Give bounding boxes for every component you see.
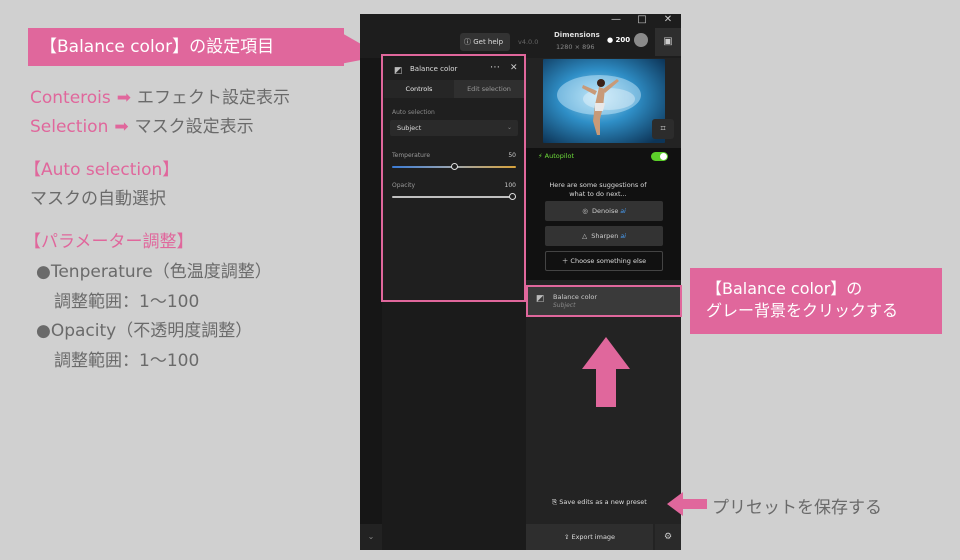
credits-count: 200 — [615, 36, 631, 44]
suggestions-text: Here are some suggestions of what to do … — [549, 181, 647, 198]
credit-icon: ● — [607, 36, 614, 44]
close-window-icon[interactable]: ✕ — [658, 14, 678, 28]
plus-icon: ＋ — [561, 257, 569, 265]
arrow-right-icon: ➡ — [116, 88, 132, 108]
dimensions-title: Dimensions — [554, 31, 600, 39]
globe-icon: ◎ — [582, 207, 588, 215]
avatar[interactable] — [634, 33, 648, 47]
arrow-right-icon: ➡ — [114, 117, 129, 137]
panel-toggle-icon[interactable]: ▣ — [655, 28, 681, 56]
settings-title-label: 【Balance color】の設定項目 — [28, 28, 344, 66]
callout-box: 【Balance color】の グレー背景をクリックする — [690, 268, 942, 334]
bolt-icon: ⚡ — [538, 152, 543, 160]
opacity-range: 調整範囲：1〜100 — [54, 351, 200, 371]
ai-badge: ai — [620, 233, 626, 240]
preset-note: プリセットを保存する — [712, 498, 882, 518]
callout-line-1: 【Balance color】の — [706, 279, 863, 298]
selection-desc: マスク設定表示 — [134, 117, 254, 137]
image-preview[interactable] — [543, 59, 665, 143]
left-strip — [360, 58, 382, 550]
version-label: v4.0.0 — [518, 38, 539, 46]
autopilot-label: ⚡ Autopilot — [538, 152, 574, 160]
selection-term: Selection — [30, 117, 109, 137]
temperature-note: ●Tenperature（色温度調整） — [36, 262, 272, 282]
sharpen-label: Sharpen — [591, 232, 619, 240]
controls-note: Conterois ➡ エフェクト設定表示 — [30, 87, 290, 109]
chevron-down-icon[interactable]: ⌄ — [360, 524, 382, 550]
callout-line-2: グレー背景をクリックする — [706, 301, 899, 320]
layer-highlight — [526, 285, 682, 317]
info-icon: ⓘ — [464, 38, 471, 46]
export-label: Export image — [571, 533, 616, 541]
credits-badge[interactable]: ● 200 — [607, 36, 630, 44]
choose-something-else-button[interactable]: ＋ Choose something else — [545, 251, 663, 271]
controls-term: Conterois — [30, 88, 111, 108]
crop-icon[interactable]: ⌗ — [652, 119, 674, 139]
temperature-range: 調整範囲：1〜100 — [54, 292, 200, 312]
export-image-button[interactable]: ⇪ Export image — [526, 524, 653, 550]
preset-icon: ⎘ — [552, 498, 558, 506]
get-help-label: Get help — [473, 38, 504, 46]
choose-else-label: Choose something else — [570, 257, 647, 265]
auto-selection-heading: 【Auto selection】 — [24, 160, 180, 180]
save-preset-label: Save edits as a new preset — [559, 498, 647, 506]
autopilot-text: Autopilot — [544, 152, 575, 160]
ai-badge: ai — [620, 208, 626, 215]
autopilot-toggle[interactable] — [651, 152, 668, 161]
controls-desc: エフェクト設定表示 — [137, 88, 291, 108]
panel-highlight — [381, 54, 526, 302]
left-arrow-icon — [667, 492, 707, 516]
selection-note: Selection ➡ マスク設定表示 — [30, 116, 254, 138]
sharpen-button[interactable]: △ Sharpen ai — [545, 226, 663, 246]
title-bar: — □ ✕ — [360, 14, 681, 28]
auto-selection-desc: マスクの自動選択 — [30, 189, 166, 209]
triangle-icon: △ — [582, 232, 588, 240]
share-icon[interactable]: ⚙ — [655, 524, 681, 550]
parameter-heading: 【パラメーター調整】 — [24, 232, 194, 252]
dimensions-value: 1280 × 896 — [556, 43, 595, 51]
get-help-button[interactable]: ⓘ Get help — [460, 33, 510, 51]
minimize-icon[interactable]: — — [606, 14, 626, 28]
denoise-button[interactable]: ◎ Denoise ai — [545, 201, 663, 221]
opacity-note: ●Opacity（不透明度調整） — [36, 321, 253, 341]
save-preset-button[interactable]: ⎘ Save edits as a new preset — [552, 498, 647, 507]
toggle-knob — [660, 153, 667, 160]
denoise-label: Denoise — [592, 207, 619, 215]
up-arrow-icon — [582, 337, 630, 407]
export-icon: ⇪ — [563, 533, 570, 541]
maximize-icon[interactable]: □ — [632, 14, 652, 28]
